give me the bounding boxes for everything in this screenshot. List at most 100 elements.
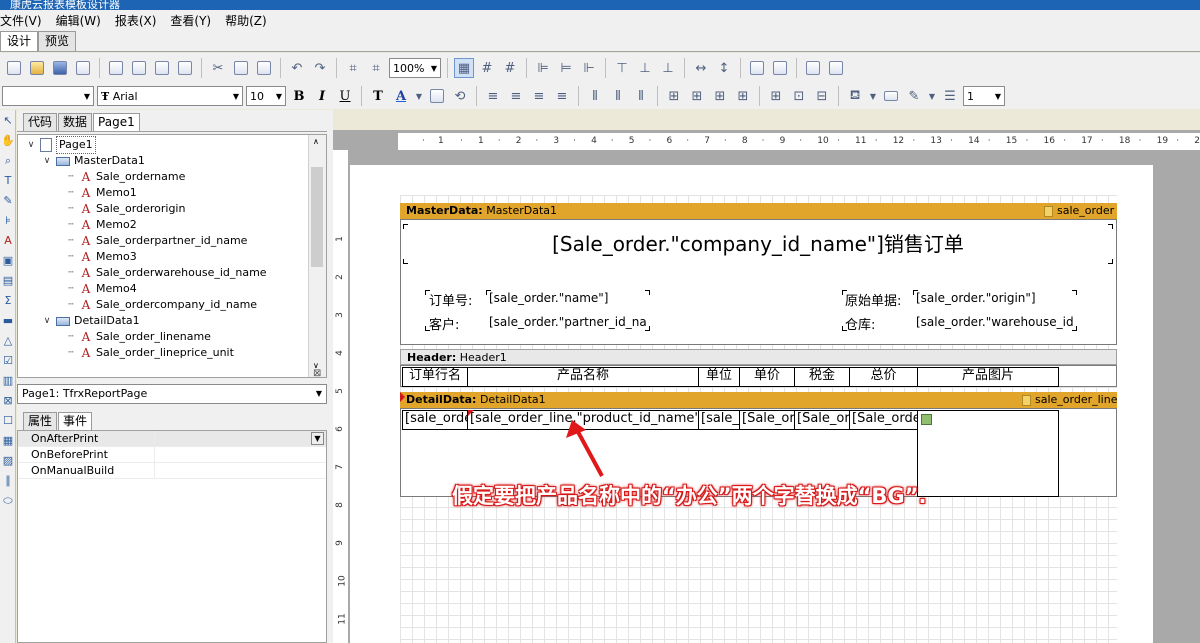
valign-center-icon[interactable]: ⫴ xyxy=(608,86,628,106)
same-height-icon[interactable] xyxy=(826,58,846,78)
preview-icon[interactable] xyxy=(73,58,93,78)
new-dialog-icon[interactable] xyxy=(129,58,149,78)
frame-none-icon[interactable]: ⊡ xyxy=(789,86,809,106)
frame-color-icon[interactable] xyxy=(881,86,901,106)
ungroup-icon[interactable]: ⌗ xyxy=(366,58,386,78)
font-name-combo[interactable]: Ŧ Arial ▼ xyxy=(97,86,243,106)
tab-data[interactable]: 数据 xyxy=(58,113,93,131)
redo-icon[interactable]: ↷ xyxy=(310,58,330,78)
hand-tool-icon[interactable]: ✋ xyxy=(1,132,15,150)
close-icon[interactable]: ⊠ xyxy=(313,368,321,379)
text-tool-icon[interactable]: T xyxy=(1,172,15,190)
header-cell[interactable]: 单位 xyxy=(698,367,740,387)
chevron-down-icon[interactable]: ∨ xyxy=(42,313,52,329)
product-image-picture[interactable] xyxy=(917,410,1059,497)
tab-properties[interactable]: 属性 xyxy=(23,412,58,430)
tree-item[interactable]: ┄ A Sale_order_lineprice_unit xyxy=(66,345,234,361)
barcode-tool-icon[interactable]: ∥ xyxy=(1,472,15,490)
paste-icon[interactable] xyxy=(254,58,274,78)
detaildata-dataset[interactable]: sale_order_line xyxy=(1022,392,1117,408)
menu-file[interactable]: 文件(V) xyxy=(0,12,42,29)
align-bottom-icon[interactable]: ⊥ xyxy=(658,58,678,78)
memo-tool-icon[interactable]: A xyxy=(1,232,15,250)
line-width-combo[interactable]: 1 ▼ xyxy=(963,86,1005,106)
italic-icon[interactable]: I xyxy=(312,89,332,104)
align-middle-icon[interactable]: ⊥ xyxy=(635,58,655,78)
tree-item[interactable]: ┄ A Memo4 xyxy=(66,281,136,297)
menu-view[interactable]: 查看(Y) xyxy=(170,12,211,29)
line-style-icon[interactable]: ☰ xyxy=(940,86,960,106)
valign-top-icon[interactable]: ⫴ xyxy=(585,86,605,106)
zoom-tool-icon[interactable]: ⌕ xyxy=(1,152,15,170)
order-no-memo[interactable]: [sale_order."name"] xyxy=(489,291,649,305)
event-row[interactable]: OnManualBuild xyxy=(18,463,326,479)
customer-label[interactable]: 客户: xyxy=(429,314,459,333)
line-tool-icon[interactable]: ▬ xyxy=(1,312,15,330)
save-icon[interactable] xyxy=(50,58,70,78)
shape-tool-icon[interactable]: △ xyxy=(1,332,15,350)
tab-design[interactable]: 设计 xyxy=(0,31,39,51)
rotation-icon[interactable]: ⟲ xyxy=(450,86,470,106)
ole-tool-icon[interactable]: ⊠ xyxy=(1,392,15,410)
event-value[interactable] xyxy=(154,447,326,463)
gradient-tool-icon[interactable]: ▨ xyxy=(1,452,15,470)
tree-item[interactable]: ┄ A Memo2 xyxy=(66,217,136,233)
detail-cell[interactable]: [Sale_or xyxy=(794,410,850,430)
tab-preview[interactable]: 预览 xyxy=(38,31,77,51)
masterdata-dataset[interactable]: sale_order xyxy=(1044,203,1114,219)
chevron-down-icon[interactable]: ▼ xyxy=(311,432,324,445)
richtext-tool-icon[interactable]: ☐ xyxy=(1,412,15,430)
system-text-tool-icon[interactable]: Σ xyxy=(1,292,15,310)
frame-right-icon[interactable]: ⊞ xyxy=(733,86,753,106)
align-right-icon[interactable]: ⊩ xyxy=(579,58,599,78)
subreport-tool-icon[interactable]: ▤ xyxy=(1,272,15,290)
highlight-icon[interactable] xyxy=(427,86,447,106)
tree-item[interactable]: ∨ DetailData1 xyxy=(42,313,140,329)
align-left-icon[interactable]: ⊫ xyxy=(533,58,553,78)
copy-icon[interactable] xyxy=(231,58,251,78)
event-row[interactable]: OnAfterPrint ▼ xyxy=(18,431,326,447)
order-no-label[interactable]: 订单号: xyxy=(429,290,472,309)
chevron-down-icon[interactable]: ∨ xyxy=(42,153,52,169)
header-cell[interactable]: 税金 xyxy=(794,367,850,387)
detail-cell[interactable]: [sale_orde xyxy=(402,410,468,430)
warehouse-memo[interactable]: [sale_order."warehouse_id xyxy=(916,315,1076,329)
tree-item[interactable]: ┄ A Sale_order_linename xyxy=(66,329,211,345)
checkbox-tool-icon[interactable]: ☑ xyxy=(1,352,15,370)
tree-item[interactable]: ┄ A Sale_orderorigin xyxy=(66,201,185,217)
detail-cell[interactable]: [Sale_or xyxy=(739,410,795,430)
pen-icon[interactable]: ✎ xyxy=(904,86,924,106)
menu-help[interactable]: 帮助(Z) xyxy=(225,12,267,29)
chevron-down-icon[interactable]: ▼ xyxy=(927,86,937,106)
new-page-icon[interactable] xyxy=(106,58,126,78)
object-selector[interactable]: Page1: TfrxReportPage ▼ xyxy=(17,384,327,404)
chevron-down-icon[interactable]: ▼ xyxy=(414,86,424,106)
group-icon[interactable]: ⌗ xyxy=(343,58,363,78)
masterdata-band-header[interactable]: MasterData: MasterData1 xyxy=(400,203,1117,219)
header-band-header[interactable]: Header: Header1 xyxy=(400,349,1117,365)
event-value[interactable]: ▼ xyxy=(154,431,326,447)
style-combo[interactable]: ▼ xyxy=(2,86,94,106)
shadow-icon[interactable]: ⊟ xyxy=(812,86,832,106)
cut-icon[interactable]: ✂ xyxy=(208,58,228,78)
center-horizontal-icon[interactable] xyxy=(747,58,767,78)
zoom-combo[interactable]: 100% ▼ xyxy=(389,58,441,78)
menu-edit[interactable]: 编辑(W) xyxy=(56,12,101,29)
open-icon[interactable] xyxy=(27,58,47,78)
customer-memo[interactable]: [sale_order."partner_id_na xyxy=(489,315,649,329)
event-value[interactable] xyxy=(154,463,326,479)
detaildata-band-header[interactable]: DetailData: DetailData1 xyxy=(400,392,1117,408)
chevron-down-icon[interactable]: ▼ xyxy=(868,86,878,106)
tab-code[interactable]: 代码 xyxy=(23,113,58,131)
show-grid-icon[interactable]: ▦ xyxy=(454,58,474,78)
origin-memo[interactable]: [sale_order."origin"] xyxy=(916,291,1076,305)
align-top-icon[interactable]: ⊤ xyxy=(612,58,632,78)
tab-events[interactable]: 事件 xyxy=(58,412,93,430)
tree-item[interactable]: ∨ MasterData1 xyxy=(42,153,145,169)
crosstab-tool-icon[interactable]: ▦ xyxy=(1,432,15,450)
text-align-center-icon[interactable]: ≡ xyxy=(506,86,526,106)
frame-all-icon[interactable]: ⊞ xyxy=(766,86,786,106)
frame-top-icon[interactable]: ⊞ xyxy=(664,86,684,106)
header-cell[interactable]: 产品名称 xyxy=(467,367,699,387)
tree-scroll-thumb[interactable] xyxy=(311,167,323,267)
